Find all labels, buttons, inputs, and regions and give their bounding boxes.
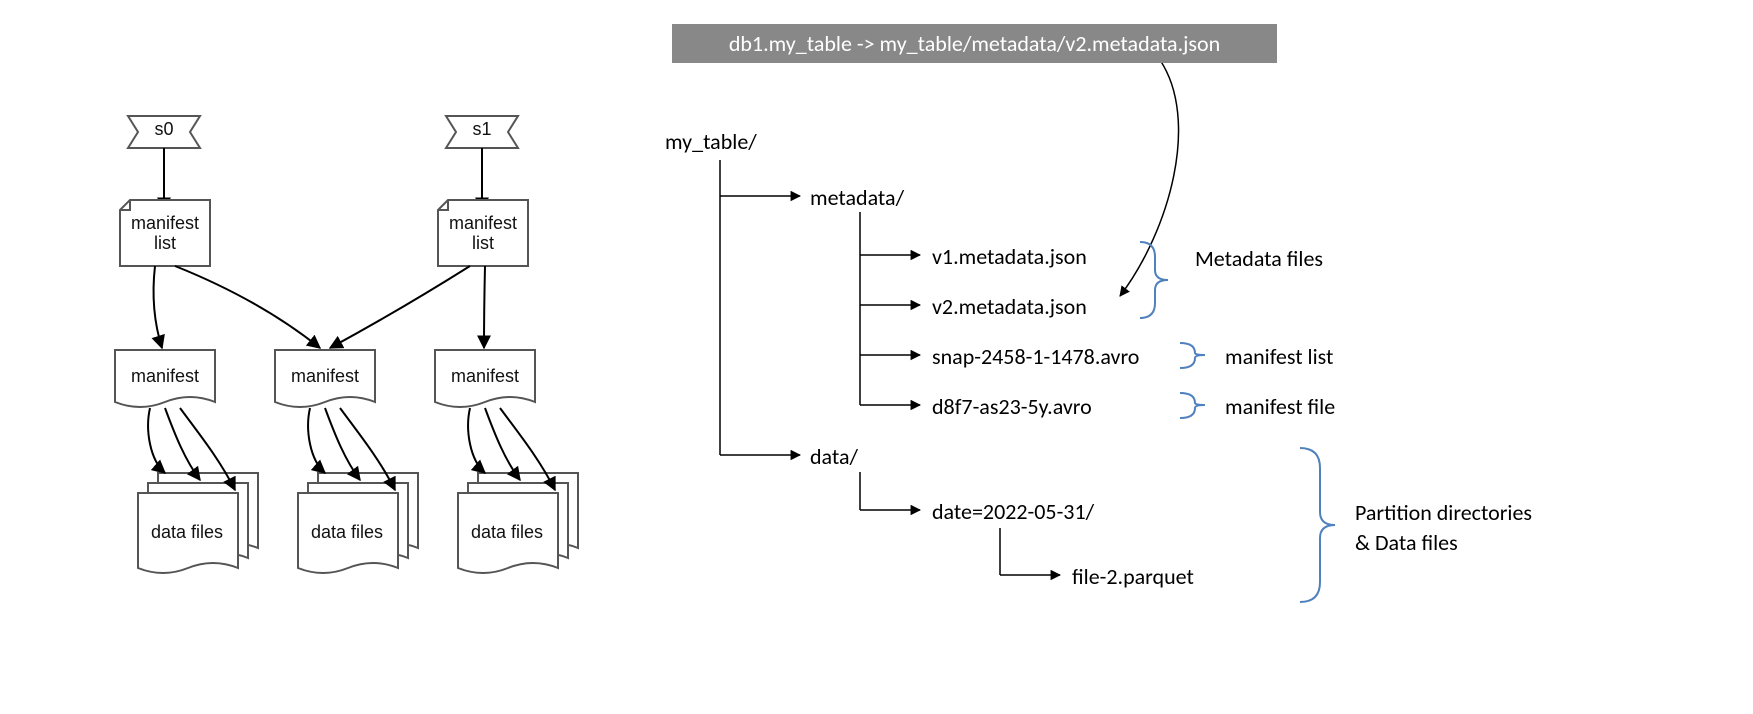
snapshot-s1-label: s1 — [466, 119, 498, 140]
annotation-manifest-list: manifest list — [1225, 343, 1333, 370]
data-files-2-label: data files — [462, 522, 552, 543]
partition-dir: date=2022-05-31/ — [932, 498, 1094, 525]
data-files-0-label: data files — [142, 522, 232, 543]
file-v1-metadata: v1.metadata.json — [932, 243, 1087, 270]
file-v2-metadata: v2.metadata.json — [932, 293, 1087, 320]
catalog-banner: db1.my_table -> my_table/metadata/v2.met… — [672, 24, 1277, 63]
data-file-parquet: file-2.parquet — [1072, 563, 1194, 590]
snapshot-s0-label: s0 — [148, 119, 180, 140]
data-dir: data/ — [810, 443, 858, 470]
annotation-manifest-file: manifest file — [1225, 393, 1335, 420]
annotation-metadata-files: Metadata files — [1195, 245, 1323, 272]
manifest-2-label: manifest — [440, 366, 530, 387]
manifest-0-label: manifest — [120, 366, 210, 387]
manifest-1-label: manifest — [280, 366, 370, 387]
root-dir: my_table/ — [665, 128, 757, 155]
data-files-1-label: data files — [302, 522, 392, 543]
manifest-list-0-label: manifest list — [125, 214, 205, 254]
manifest-list-1-label: manifest list — [443, 214, 523, 254]
file-snap-avro: snap-2458-1-1478.avro — [932, 343, 1139, 370]
file-manifest-avro: d8f7-as23-5y.avro — [932, 393, 1092, 420]
diagram-canvas — [0, 0, 1753, 714]
annotation-partition: Partition directories & Data files — [1355, 498, 1532, 557]
metadata-dir: metadata/ — [810, 184, 904, 211]
